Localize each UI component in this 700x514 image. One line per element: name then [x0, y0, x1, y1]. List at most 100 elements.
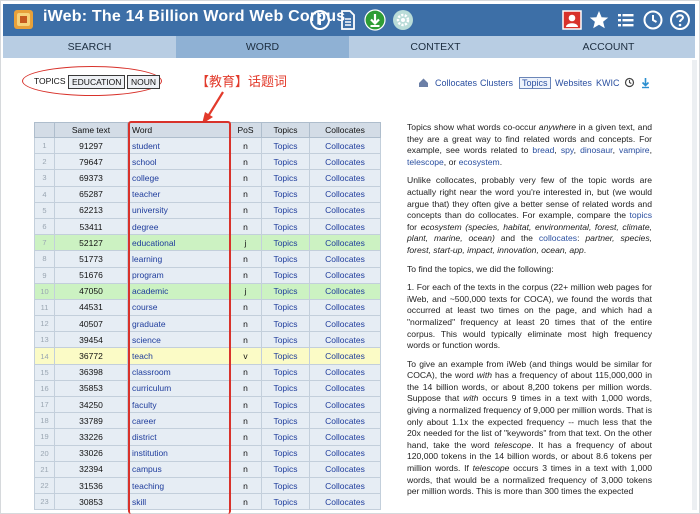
document-icon[interactable] — [337, 9, 359, 31]
collocates-link[interactable]: Collocates — [309, 444, 381, 462]
link-topics[interactable]: Topics — [519, 77, 551, 89]
collocates-link[interactable]: Collocates — [309, 379, 381, 398]
row-number: 9 — [34, 266, 55, 284]
topics-link[interactable]: Topics — [261, 136, 310, 155]
row-number: 5 — [34, 201, 55, 219]
tab-context[interactable]: CONTEXT — [349, 36, 522, 58]
topics-link[interactable]: Topics — [261, 363, 310, 381]
topics-link[interactable]: Topics — [261, 347, 310, 365]
pos-value: n — [229, 379, 262, 398]
user-profile-icon[interactable] — [561, 9, 583, 31]
topics-link[interactable]: Topics — [261, 428, 310, 446]
topics-link[interactable]: Topics — [261, 460, 310, 478]
topics-link[interactable]: Topics — [261, 444, 310, 462]
collocates-link[interactable]: Collocates — [309, 185, 381, 203]
topics-link[interactable]: Topics — [261, 476, 310, 495]
topics-link[interactable]: Topics — [261, 250, 310, 268]
collocates-link[interactable]: Collocates — [309, 331, 381, 349]
topics-link[interactable]: Topics — [261, 153, 310, 171]
col-header-same-text[interactable]: Same text — [54, 122, 128, 138]
link-kwic[interactable]: KWIC — [596, 78, 620, 88]
collocates-link[interactable]: Collocates — [309, 217, 381, 236]
inline-link[interactable]: bread — [532, 145, 554, 155]
pos-value: n — [229, 169, 262, 187]
topics-link[interactable]: Topics — [261, 493, 310, 511]
link-clusters[interactable]: Clusters — [480, 78, 513, 88]
link-collocates[interactable]: Collocates — [435, 78, 477, 88]
collocates-link[interactable]: Collocates — [309, 363, 381, 381]
home-icon[interactable] — [418, 77, 429, 88]
row-number: 7 — [34, 234, 55, 252]
link-websites[interactable]: Websites — [555, 78, 592, 88]
pos-value: n — [229, 298, 262, 317]
collocates-link[interactable]: Collocates — [309, 315, 381, 333]
collocates-link[interactable]: Collocates — [309, 266, 381, 284]
inline-link[interactable]: spy — [561, 145, 574, 155]
collocates-link[interactable]: Collocates — [309, 493, 381, 511]
same-text-count: 47050 — [54, 282, 128, 300]
inline-link[interactable]: collocates — [539, 233, 577, 243]
collocates-link[interactable]: Collocates — [309, 250, 381, 268]
collocates-link[interactable]: Collocates — [309, 234, 381, 252]
topics-link[interactable]: Topics — [261, 217, 310, 236]
explanation-paragraph-5: To give an example from iWeb (and things… — [407, 359, 652, 498]
download-icon[interactable] — [364, 9, 386, 31]
collocates-link[interactable]: Collocates — [309, 476, 381, 495]
row-number: 2 — [34, 153, 55, 171]
collocates-link[interactable]: Collocates — [309, 460, 381, 478]
inline-link[interactable]: ecosystem — [459, 157, 500, 167]
collocates-link[interactable]: Collocates — [309, 201, 381, 219]
collocates-link[interactable]: Collocates — [309, 428, 381, 446]
collocates-link[interactable]: Collocates — [309, 412, 381, 430]
row-number: 21 — [34, 460, 55, 478]
info-icon[interactable] — [309, 9, 331, 31]
inline-link[interactable]: telescope — [407, 157, 444, 167]
col-header-topics[interactable]: Topics — [261, 122, 310, 138]
same-text-count: 33789 — [54, 412, 128, 430]
collocates-link[interactable]: Collocates — [309, 282, 381, 300]
pill-education[interactable]: EDUCATION — [68, 75, 126, 89]
tab-account[interactable]: ACCOUNT — [522, 36, 695, 58]
collocates-link[interactable]: Collocates — [309, 395, 381, 414]
topics-link[interactable]: Topics — [261, 201, 310, 219]
history-icon[interactable] — [624, 77, 635, 88]
inline-link[interactable]: topics — [630, 210, 652, 220]
topics-link[interactable]: Topics — [261, 395, 310, 414]
collocates-link[interactable]: Collocates — [309, 169, 381, 187]
topics-link[interactable]: Topics — [261, 412, 310, 430]
corpus-logo-icon — [14, 10, 33, 29]
pill-noun[interactable]: NOUN — [127, 75, 161, 89]
topics-link[interactable]: Topics — [261, 282, 310, 300]
inline-link[interactable]: dinosaur — [580, 145, 613, 155]
topics-link[interactable]: Topics — [261, 266, 310, 284]
tab-search[interactable]: SEARCH — [3, 36, 176, 58]
row-number: 4 — [34, 185, 55, 203]
topics-link[interactable]: Topics — [261, 315, 310, 333]
same-text-count: 36398 — [54, 363, 128, 381]
settings-gear-icon[interactable] — [392, 9, 414, 31]
topics-link[interactable]: Topics — [261, 298, 310, 317]
pos-value: j — [229, 234, 262, 252]
collocates-link[interactable]: Collocates — [309, 136, 381, 155]
help-icon[interactable] — [669, 9, 691, 31]
collocates-link[interactable]: Collocates — [309, 298, 381, 317]
tab-word[interactable]: WORD — [176, 36, 349, 58]
collocates-link[interactable]: Collocates — [309, 347, 381, 365]
topics-link[interactable]: Topics — [261, 169, 310, 187]
col-header-pos[interactable]: PoS — [229, 122, 262, 138]
page-scrollbar[interactable] — [692, 60, 697, 510]
row-number: 14 — [34, 347, 55, 365]
col-header-collocates[interactable]: Collocates — [309, 122, 381, 138]
history-clock-icon[interactable] — [642, 9, 664, 31]
topics-link[interactable]: Topics — [261, 185, 310, 203]
list-menu-icon[interactable] — [615, 9, 637, 31]
topics-link[interactable]: Topics — [261, 331, 310, 349]
collocates-link[interactable]: Collocates — [309, 153, 381, 171]
inline-link[interactable]: vampire — [619, 145, 650, 155]
row-number: 18 — [34, 412, 55, 430]
topics-link[interactable]: Topics — [261, 234, 310, 252]
favorite-star-icon[interactable] — [588, 9, 610, 31]
row-number: 6 — [34, 217, 55, 236]
download-arrow-icon[interactable] — [640, 77, 651, 89]
topics-link[interactable]: Topics — [261, 379, 310, 398]
